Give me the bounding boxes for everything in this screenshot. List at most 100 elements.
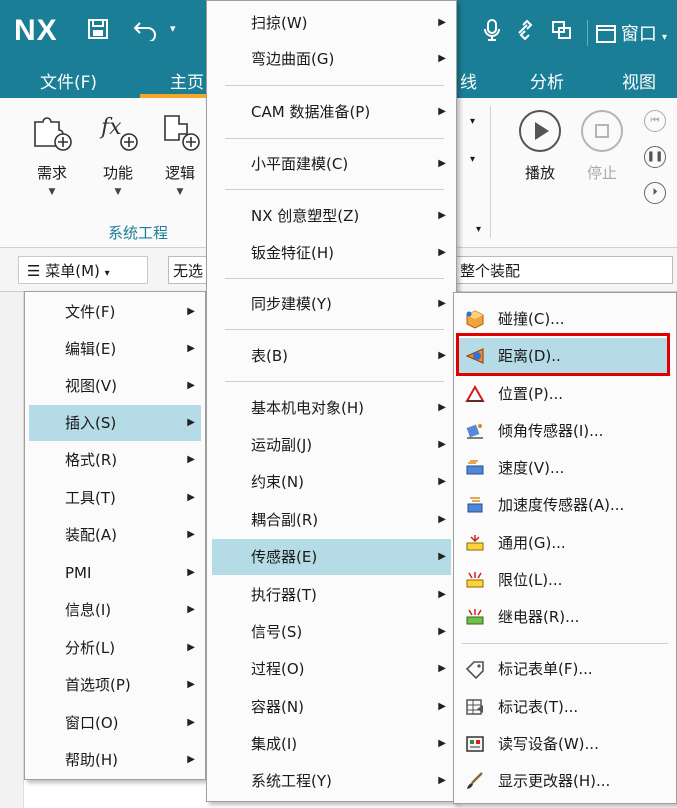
chevron-down-icon: ▼ xyxy=(48,187,56,197)
nx-application-window: NX ▾ 窗口 ▾ 文件(F) 主页 线 分析 视图 需求 ▼ fx 功能 ▼ … xyxy=(0,0,677,808)
menu-item-synchronous-modeling[interactable]: 同步建模(Y) ▶ xyxy=(207,286,456,322)
menu-item-help[interactable]: 帮助(H) ▶ xyxy=(25,742,205,778)
display-changer-brush-icon xyxy=(467,772,483,789)
menu-item-read-write-device[interactable]: 读写设备(W)... xyxy=(454,726,676,762)
submenu-arrow-icon: ▶ xyxy=(187,642,195,653)
menu-item-nx-realize-shape[interactable]: NX 创意塑型(Z) ▶ xyxy=(207,198,456,234)
menu-item-preferences[interactable]: 首选项(P) ▶ xyxy=(25,667,205,703)
submenu-arrow-icon: ▶ xyxy=(438,663,446,674)
undo-icon[interactable] xyxy=(132,17,160,47)
menu-item-integration[interactable]: 集成(I) ▶ xyxy=(207,726,456,762)
menu-item-flange-surface[interactable]: 弯边曲面(G) ▶ xyxy=(207,41,456,77)
chevron-down-icon[interactable]: ▾ xyxy=(476,224,481,235)
selection-scope-dropdown[interactable]: 整个装配 xyxy=(453,256,673,284)
menu-item-cam-data-prep[interactable]: CAM 数据准备(P) ▶ xyxy=(207,94,456,130)
menu-item-facet-modeling[interactable]: 小平面建模(C) ▶ xyxy=(207,146,456,182)
submenu-arrow-icon: ▶ xyxy=(187,679,195,690)
tag-table-icon xyxy=(466,699,483,715)
submenu-arrow-icon: ▶ xyxy=(438,439,446,450)
generic-sensor-icon xyxy=(466,535,484,551)
menu-item-signals[interactable]: 信号(S) ▶ xyxy=(207,614,456,650)
tag-form-icon xyxy=(465,661,484,679)
menu-item-acceleration-sensor[interactable]: 加速度传感器(A)... xyxy=(454,487,676,523)
submenu-arrow-icon: ▶ xyxy=(438,106,446,117)
stop-button[interactable]: 停止 xyxy=(574,110,630,183)
chevron-down-icon: ▾ xyxy=(661,31,667,43)
menu-item-tools[interactable]: 工具(T) ▶ xyxy=(25,480,205,516)
window-layout-icon[interactable] xyxy=(551,19,573,46)
menu-item-collision[interactable]: 碰撞(C)... xyxy=(454,301,676,337)
requirement-button[interactable]: 需求 ▼ xyxy=(24,110,80,197)
save-icon[interactable] xyxy=(86,17,110,47)
submenu-arrow-icon: ▶ xyxy=(438,402,446,413)
microphone-icon[interactable] xyxy=(483,18,501,47)
logic-puzzle-icon xyxy=(159,110,201,152)
hamburger-icon: ☰ xyxy=(27,262,41,280)
submenu-arrow-icon: ▶ xyxy=(438,701,446,712)
rewind-icon[interactable]: ⏮ xyxy=(644,110,666,132)
menu-item-file[interactable]: 文件(F) ▶ xyxy=(25,294,205,330)
menu-item-information[interactable]: 信息(I) ▶ xyxy=(25,592,205,628)
function-fx-icon: fx xyxy=(97,110,139,152)
menu-item-couplers[interactable]: 耦合副(R) ▶ xyxy=(207,502,456,538)
menu-item-generic[interactable]: 通用(G)... xyxy=(454,525,676,561)
menu-item-pmi[interactable]: PMI ▶ xyxy=(25,555,205,591)
acceleration-sensor-icon xyxy=(467,497,483,513)
chevron-down-icon[interactable]: ▾ xyxy=(470,154,475,165)
step-icon[interactable]: ⏵ xyxy=(644,182,666,204)
play-icon xyxy=(519,110,561,152)
undo-dropdown-icon[interactable]: ▾ xyxy=(170,22,176,35)
menu-item-actuators[interactable]: 执行器(T) ▶ xyxy=(207,577,456,613)
menu-item-constraints[interactable]: 约束(N) ▶ xyxy=(207,464,456,500)
menu-item-table[interactable]: 表(B) ▶ xyxy=(207,338,456,374)
menu-item-systems-engineering[interactable]: 系统工程(Y) ▶ xyxy=(207,763,456,799)
submenu-arrow-icon: ▶ xyxy=(187,754,195,765)
menu-separator xyxy=(462,643,668,644)
menu-item-view[interactable]: 视图(V) ▶ xyxy=(25,368,205,404)
tab-analysis[interactable]: 分析 xyxy=(530,68,564,93)
menu-item-basic-mechatronic-objects[interactable]: 基本机电对象(H) ▶ xyxy=(207,390,456,426)
submenu-arrow-icon: ▶ xyxy=(438,17,446,28)
tab-file[interactable]: 文件(F) xyxy=(40,68,97,93)
link-icon[interactable] xyxy=(515,19,537,46)
menu-item-position[interactable]: 位置(P)... xyxy=(454,376,676,412)
menu-item-format[interactable]: 格式(R) ▶ xyxy=(25,442,205,478)
tab-curve[interactable]: 线 xyxy=(460,68,477,93)
menu-button[interactable]: ☰ 菜单(M) ▾ xyxy=(18,256,148,284)
menu-item-relay[interactable]: 继电器(R)... xyxy=(454,599,676,635)
menu-item-process[interactable]: 过程(O) ▶ xyxy=(207,651,456,687)
menu-item-assembly[interactable]: 装配(A) ▶ xyxy=(25,517,205,553)
menu-item-inclination-sensor[interactable]: 倾角传感器(I)... xyxy=(454,413,676,449)
submenu-arrow-icon: ▶ xyxy=(438,350,446,361)
menu-item-sensors[interactable]: 传感器(E) ▶ xyxy=(212,539,451,575)
nx-logo: NX xyxy=(14,14,58,47)
function-button[interactable]: fx 功能 ▼ xyxy=(90,110,146,197)
menu-item-container[interactable]: 容器(N) ▶ xyxy=(207,689,456,725)
submenu-arrow-icon: ▶ xyxy=(438,210,446,221)
menu-item-window[interactable]: 窗口(O) ▶ xyxy=(25,705,205,741)
menu-item-sheet-metal[interactable]: 钣金特征(H) ▶ xyxy=(207,235,456,271)
menu-item-insert[interactable]: 插入(S) ▶ xyxy=(29,405,201,441)
quick-access-right: 窗口 ▾ xyxy=(483,18,667,47)
submenu-arrow-icon: ▶ xyxy=(187,454,195,465)
play-button[interactable]: 播放 xyxy=(512,110,568,183)
menu-item-tag-table[interactable]: 标记表(T)... xyxy=(454,689,676,725)
menu-item-edit[interactable]: 编辑(E) ▶ xyxy=(25,331,205,367)
menu-item-sweep[interactable]: 扫掠(W) ▶ xyxy=(207,5,456,41)
tab-view[interactable]: 视图 xyxy=(622,68,656,93)
menu-item-limit[interactable]: 限位(L)... xyxy=(454,562,676,598)
window-menu[interactable]: 窗口 ▾ xyxy=(586,19,667,46)
menu-item-joints[interactable]: 运动副(J) ▶ xyxy=(207,427,456,463)
menu-item-tag-form[interactable]: 标记表单(F)... xyxy=(454,651,676,687)
collision-cube-icon xyxy=(466,310,484,329)
pause-icon[interactable]: ❚❚ xyxy=(644,146,666,168)
menu-separator xyxy=(225,381,444,382)
tab-home[interactable]: 主页 xyxy=(170,68,204,93)
relay-icon xyxy=(466,609,484,625)
chevron-down-icon[interactable]: ▾ xyxy=(470,116,475,127)
stop-label: 停止 xyxy=(586,164,617,182)
logic-button[interactable]: 逻辑 ▼ xyxy=(152,110,208,197)
menu-item-speed[interactable]: 速度(V)... xyxy=(454,450,676,486)
menu-item-analysis[interactable]: 分析(L) ▶ xyxy=(25,630,205,666)
menu-item-display-changer[interactable]: 显示更改器(H)... xyxy=(454,763,676,799)
